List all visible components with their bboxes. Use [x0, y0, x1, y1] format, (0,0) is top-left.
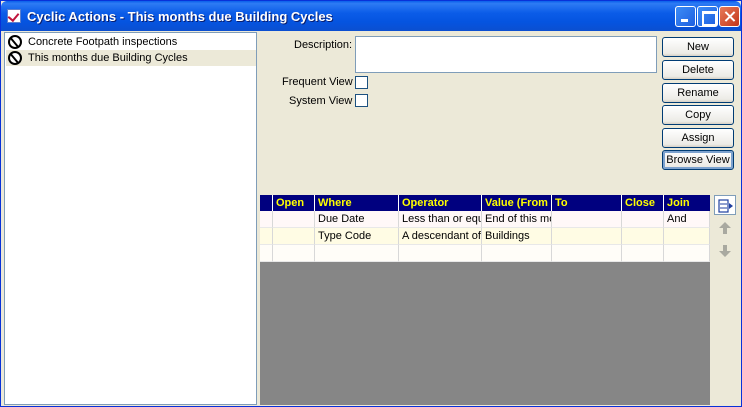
system-view-label: System View: [289, 95, 353, 107]
row-selector[interactable]: [260, 245, 273, 262]
cell-operator[interactable]: A descendant of: [399, 228, 482, 245]
description-field[interactable]: [355, 36, 657, 73]
cell-close[interactable]: [622, 211, 664, 228]
copy-button[interactable]: Copy: [662, 105, 734, 125]
table-row[interactable]: Due Date Less than or equ End of this mo…: [260, 211, 710, 228]
pickaxe-icon: [8, 35, 22, 49]
cell-to[interactable]: [552, 211, 622, 228]
list-item-label: Concrete Footpath inspections: [28, 36, 178, 48]
close-button[interactable]: [719, 6, 740, 27]
cell-operator[interactable]: [399, 245, 482, 262]
window-title: Cyclic Actions - This months due Buildin…: [27, 9, 333, 24]
row-selector[interactable]: [260, 228, 273, 245]
cell-close[interactable]: [622, 228, 664, 245]
rename-button[interactable]: Rename: [662, 83, 734, 103]
column-header-to[interactable]: To: [552, 195, 622, 211]
column-header-open[interactable]: Open: [273, 195, 315, 211]
minimize-button[interactable]: [675, 6, 696, 27]
frequent-view-label: Frequent View: [282, 76, 353, 88]
list-item-label: This months due Building Cycles: [28, 52, 188, 64]
new-button[interactable]: New: [662, 37, 734, 57]
frequent-view-checkbox[interactable]: [355, 76, 368, 89]
list-item-concrete-footpath[interactable]: Concrete Footpath inspections: [6, 34, 256, 50]
description-label: Description:: [294, 39, 353, 51]
cell-value[interactable]: Buildings: [482, 228, 552, 245]
views-list[interactable]: Concrete Footpath inspections This month…: [4, 32, 257, 405]
browse-view-button[interactable]: Browse View: [662, 150, 734, 170]
cell-open[interactable]: [273, 245, 315, 262]
move-up-button[interactable]: [714, 218, 736, 238]
title-bar[interactable]: Cyclic Actions - This months due Buildin…: [1, 1, 741, 31]
cell-value[interactable]: [482, 245, 552, 262]
arrow-up-icon: [719, 222, 731, 234]
row-selector-header: [260, 195, 273, 211]
arrow-down-icon: [719, 245, 731, 257]
column-header-value[interactable]: Value (From: [482, 195, 552, 211]
column-header-join[interactable]: Join: [664, 195, 710, 211]
move-down-button[interactable]: [714, 241, 736, 261]
column-header-where[interactable]: Where: [315, 195, 399, 211]
insert-row-icon: [718, 199, 733, 213]
cyclic-actions-window: Cyclic Actions - This months due Buildin…: [0, 0, 742, 407]
maximize-button[interactable]: [697, 6, 718, 27]
cell-value[interactable]: End of this mo: [482, 211, 552, 228]
cell-where[interactable]: [315, 245, 399, 262]
column-header-close[interactable]: Close: [622, 195, 664, 211]
cell-close[interactable]: [622, 245, 664, 262]
checkmark-app-icon: [7, 9, 21, 23]
list-item-building-cycles[interactable]: This months due Building Cycles: [6, 50, 256, 66]
cell-join[interactable]: And: [664, 211, 710, 228]
grid-header: Open Where Operator Value (From To Close…: [260, 195, 710, 211]
pickaxe-icon: [8, 51, 22, 65]
cell-where[interactable]: Type Code: [315, 228, 399, 245]
row-selector[interactable]: [260, 211, 273, 228]
cell-open[interactable]: [273, 228, 315, 245]
cell-open[interactable]: [273, 211, 315, 228]
table-row[interactable]: Type Code A descendant of Buildings: [260, 228, 710, 245]
assign-button[interactable]: Assign: [662, 128, 734, 148]
cell-operator[interactable]: Less than or equ: [399, 211, 482, 228]
column-header-operator[interactable]: Operator: [399, 195, 482, 211]
delete-button[interactable]: Delete: [662, 60, 734, 80]
system-view-checkbox[interactable]: [355, 94, 368, 107]
cell-where[interactable]: Due Date: [315, 211, 399, 228]
cell-join[interactable]: [664, 228, 710, 245]
table-row[interactable]: [260, 245, 710, 262]
cell-join[interactable]: [664, 245, 710, 262]
cell-to[interactable]: [552, 245, 622, 262]
cell-to[interactable]: [552, 228, 622, 245]
insert-row-button[interactable]: [714, 195, 736, 215]
criteria-grid[interactable]: Open Where Operator Value (From To Close…: [260, 195, 710, 405]
